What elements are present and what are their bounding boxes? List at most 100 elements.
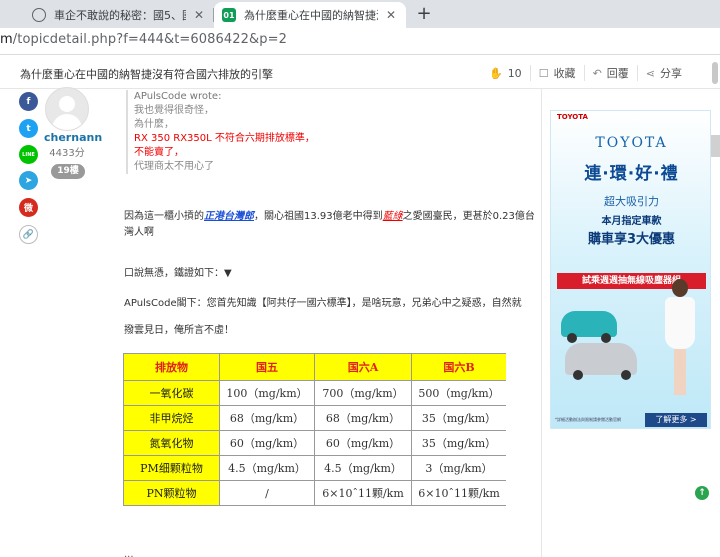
ad-subtitle: 超大吸引力 (604, 195, 659, 208)
table-cell: 3（mg/km） (411, 455, 507, 481)
table-row-header: PN颗粒物 (123, 480, 220, 506)
scrollbar-thumb[interactable] (712, 62, 718, 84)
model-head-shape (672, 279, 688, 297)
ad-subtitle: 本月指定車款 (601, 216, 662, 227)
quote-block: APulsCode wrote: 我也覺得很奇怪， 為什麼， RX 350 RX… (126, 90, 426, 174)
line-share-icon[interactable]: LINE (19, 145, 38, 164)
table-cell: 68（mg/km） (314, 405, 412, 431)
table-row-header: 氮氧化物 (123, 430, 220, 456)
topic-header: 為什麼重心在中國的納智捷沒有符合國六排放的引擎 ✋ 10 ☐ 收藏 ↶ 回覆 ⋖ 分享 (0, 56, 720, 89)
username[interactable]: chernann (44, 131, 102, 144)
post-text: 因為這一櫃小摃的 (124, 211, 204, 222)
table-cell: 100（mg/km） (219, 380, 315, 406)
floor-badge: 19樓 (51, 164, 85, 179)
ad-fine-print: *詳細活動辦法與限制請參閱活動官網 (555, 417, 621, 422)
post-highlight-red: 藍綠 (382, 211, 403, 222)
reply-button[interactable]: ↶ 回覆 (583, 65, 637, 81)
browser-tab-title: 車企不敢說的秘密：國5、國6到底 (54, 9, 186, 22)
table-cell: 6×10ˆ11颗/km (314, 480, 412, 506)
post-highlight-blue: 正港台灣郎 (204, 211, 254, 222)
browser-tab-partial[interactable] (0, 2, 23, 28)
reply-label: 回覆 (606, 67, 629, 80)
table-row: PM细颗粒物 4.5（mg/km） 4.5（mg/km） 3（mg/km） (123, 455, 507, 481)
close-icon[interactable]: ✕ (192, 8, 206, 22)
user-points: 4433分 (49, 148, 85, 159)
quote-line: 為什麼， (134, 119, 174, 130)
close-icon[interactable]: ✕ (384, 8, 398, 22)
quote-line: 代理商太不用心了 (134, 161, 214, 172)
post-paragraph: APulsCode閣下：您首先知識【阿共仔一國六標準】，是啥玩意，兄弟心中之疑惑… (124, 298, 522, 309)
telegram-share-icon[interactable]: ➤ (19, 171, 38, 190)
table-row-header: 非甲烷烃 (123, 405, 220, 431)
table-cell: 68（mg/km） (219, 405, 315, 431)
share-icon: ⋖ (645, 66, 655, 80)
learn-more-button[interactable]: 了解更多 > (645, 413, 707, 427)
site-favicon-icon: 01 (222, 8, 236, 22)
like-button[interactable]: ✋ 10 (481, 65, 530, 81)
post-paragraph: 口說無憑，鐵證如下：▼ (124, 268, 232, 279)
table-row-header: 一氧化碳 (123, 380, 220, 406)
toyota-ad-banner[interactable]: TOYOTA TOYOTA 連·環·好·禮 超大吸引力 本月指定車款 購車享3大… (550, 110, 711, 429)
table-cell: 60（mg/km） (219, 430, 315, 456)
table-cell: 35（mg/km） (411, 405, 507, 431)
wheel-shape (601, 333, 611, 343)
table-header-cell: 国六A (314, 353, 412, 381)
table-header-row: 排放物 国五 国六A 国六B (123, 353, 507, 381)
table-crop-mask (506, 350, 540, 510)
facebook-share-icon[interactable]: f (19, 92, 38, 111)
wheel-shape (567, 333, 577, 343)
browser-tab-active[interactable]: 01 為什麼重心在中國的納智捷沒有符合 ✕ (214, 2, 406, 28)
avatar-head-shape (59, 96, 75, 112)
table-header-cell: 排放物 (123, 353, 220, 381)
table-cell: 6×10ˆ11颗/km (411, 480, 507, 506)
like-count: 10 (507, 66, 522, 80)
table-cell: 4.5（mg/km） (314, 455, 412, 481)
ad-slogan: 連·環·好·禮 (584, 164, 679, 184)
post-text: ，關心祖國13.93億老中得到 (254, 211, 383, 222)
avatar[interactable] (45, 87, 89, 131)
table-cell: 700（mg/km） (314, 380, 412, 406)
new-tab-button[interactable]: + (412, 3, 436, 25)
reply-icon: ↶ (592, 66, 602, 80)
ad-brand: TOYOTA (595, 135, 668, 151)
quote-line: 我也覺得很奇怪， (134, 105, 214, 116)
table-row: 一氧化碳 100（mg/km） 700（mg/km） 500（mg/km） (123, 380, 507, 406)
model-figure (663, 279, 697, 399)
browser-tab-1[interactable]: 車企不敢說的秘密：國5、國6到底 ✕ (24, 2, 214, 28)
quote-author: APulsCode wrote: (134, 91, 222, 102)
topic-title: 為什麼重心在中國的納智捷沒有符合國六排放的引擎 (20, 68, 273, 81)
address-bar[interactable]: m/topicdetail.php?f=444&t=6086422&p=2 (0, 28, 720, 55)
browser-tab-strip: 車企不敢說的秘密：國5、國6到底 ✕ 01 為什麼重心在中國的納智捷沒有符合 ✕… (0, 0, 720, 28)
sidebar-scroll-handle[interactable] (711, 135, 720, 157)
table-cell: 4.5（mg/km） (219, 455, 315, 481)
ad-logo: TOYOTA (557, 113, 588, 121)
twitter-share-icon[interactable]: t (19, 119, 38, 138)
favorite-button[interactable]: ☐ 收藏 (529, 65, 584, 81)
topic-actions: ✋ 10 ☐ 收藏 ↶ 回覆 ⋖ 分享 (481, 65, 690, 81)
go-top-button[interactable]: ↑ (695, 486, 709, 500)
table-header-cell: 国六B (411, 353, 507, 381)
ad-offer: 購車享3大優惠 (587, 232, 676, 247)
model-legs-shape (674, 349, 686, 395)
table-row: PN颗粒物 / 6×10ˆ11颗/km 6×10ˆ11颗/km (123, 480, 507, 506)
share-button[interactable]: ⋖ 分享 (636, 65, 690, 81)
table-cell: 35（mg/km） (411, 430, 507, 456)
url-text[interactable]: m/topicdetail.php?f=444&t=6086422&p=2 (0, 32, 287, 47)
post-paragraph: ... (124, 549, 134, 557)
table-cell: / (219, 480, 315, 506)
copy-link-icon[interactable]: 🔗 (19, 225, 38, 244)
favorite-label: 收藏 (553, 67, 576, 80)
table-header-cell: 国五 (219, 353, 315, 381)
bookmark-icon: ☐ (538, 66, 549, 80)
avatar-body-shape (52, 114, 82, 130)
post-paragraph: 因為這一櫃小摃的正港台灣郎，關心祖國13.93億老中得到藍綠之愛國臺民，更甚於0… (124, 209, 536, 241)
quote-line-red: 不能賣了， (134, 147, 184, 158)
url-host: m (0, 32, 13, 47)
quote-line-red: RX 350 RX350L 不符合六期排放標準， (134, 133, 315, 144)
emission-standards-table: 排放物 国五 国六A 国六B 一氧化碳 100（mg/km） 700（mg/km… (123, 353, 507, 506)
hand-icon: ✋ (488, 66, 503, 80)
table-cell: 60（mg/km） (314, 430, 412, 456)
wheel-shape (573, 370, 583, 380)
url-path: /topicdetail.php?f=444&t=6086422&p=2 (12, 32, 287, 47)
weibo-share-icon[interactable]: 微 (19, 198, 38, 217)
